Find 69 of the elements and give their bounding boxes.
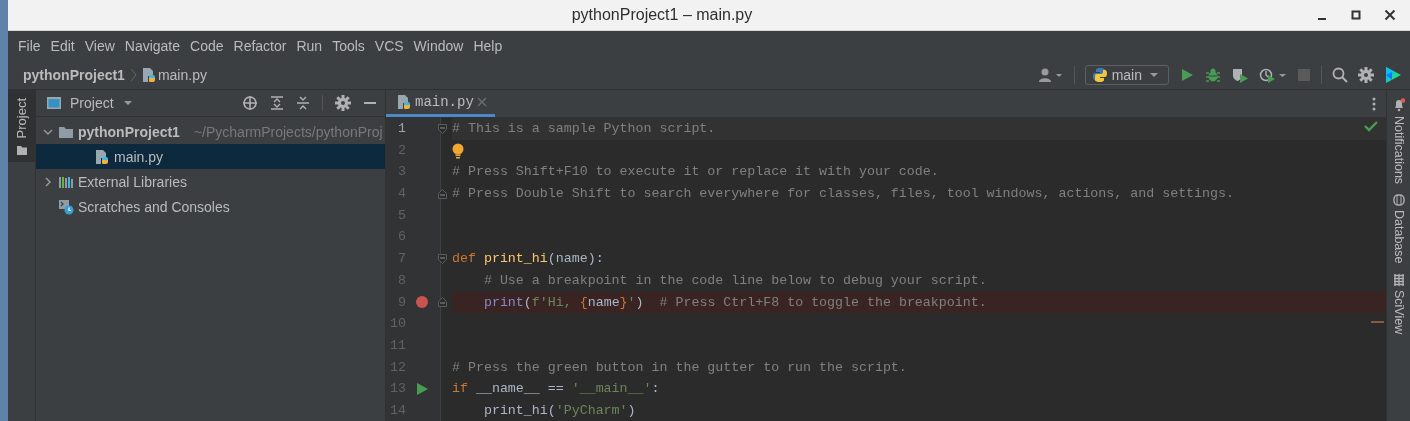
tool-window-tab[interactable]: Notifications bbox=[1387, 98, 1410, 185]
coverage-icon[interactable] bbox=[1231, 67, 1249, 83]
tree-label: Scratches and Consoles bbox=[78, 198, 230, 215]
menu-item[interactable]: Tools bbox=[328, 38, 369, 54]
database-icon bbox=[1392, 194, 1405, 207]
settings-icon[interactable] bbox=[335, 95, 351, 111]
menu-item[interactable]: Edit bbox=[46, 38, 79, 54]
panel-title[interactable]: Project bbox=[66, 95, 118, 111]
scrollbar-mark bbox=[1371, 321, 1384, 323]
code-line: # Press Shift+F10 to execute it or replace it with your code. bbox=[452, 163, 939, 182]
panel-icon bbox=[46, 95, 62, 111]
code-line: # Use a breakpoint in the code line below to debug your script. bbox=[482, 271, 987, 290]
window-title: pythonProject1 – main.py bbox=[570, 6, 754, 24]
toolbox-logo-icon[interactable] bbox=[1384, 66, 1402, 84]
breadcrumb[interactable]: main.py bbox=[139, 67, 208, 83]
menu-item[interactable]: Run bbox=[292, 38, 327, 54]
python-file-icon bbox=[396, 94, 412, 110]
tree-label: External Libraries bbox=[78, 173, 187, 190]
menu-item[interactable]: Refactor bbox=[229, 38, 291, 54]
tree-item[interactable]: main.py bbox=[36, 144, 385, 169]
code-line: print_hi('PyCharm') bbox=[482, 401, 636, 420]
lightbulb-icon[interactable] bbox=[452, 142, 464, 159]
menu-item[interactable]: VCS bbox=[370, 38, 408, 54]
maximize-icon[interactable] bbox=[1350, 9, 1362, 21]
settings-icon[interactable] bbox=[1358, 67, 1374, 83]
menu-item[interactable]: View bbox=[80, 38, 119, 54]
run-config-dropdown[interactable]: main bbox=[1084, 65, 1169, 85]
profiler-icon[interactable] bbox=[1259, 67, 1287, 83]
tool-window-tab[interactable]: Project bbox=[8, 90, 35, 163]
tree-item[interactable]: pythonProject1 ~/PycharmProjects/pythonProj bbox=[36, 119, 385, 144]
menu-item[interactable]: File bbox=[14, 38, 45, 54]
menu-item[interactable]: Window bbox=[409, 38, 468, 54]
tree-label: pythonProject1 bbox=[78, 123, 180, 140]
expand-all-icon[interactable] bbox=[270, 95, 284, 111]
run-icon[interactable] bbox=[416, 383, 428, 396]
code-line: # This is a sample Python script. bbox=[452, 120, 716, 138]
line-number: 1 bbox=[397, 120, 406, 138]
check-icon bbox=[1364, 120, 1378, 132]
code-line: # Press the green button in the gutter to run the script. bbox=[452, 358, 907, 377]
bell-icon bbox=[1392, 98, 1405, 112]
menu-item[interactable]: Code bbox=[186, 38, 228, 54]
python-file-icon bbox=[94, 148, 110, 165]
tree-label: main.py bbox=[114, 148, 164, 165]
search-icon[interactable] bbox=[1332, 67, 1348, 83]
code-line: print(f'Hi, {name}') # Press Ctrl+F8 to toggle the breakpoint. bbox=[482, 293, 987, 312]
code-line: if __name__ == '__main__': bbox=[452, 380, 660, 399]
bug-icon[interactable] bbox=[1205, 67, 1221, 83]
code-line: def print_hi(name): bbox=[452, 250, 604, 269]
run-icon[interactable] bbox=[1179, 67, 1195, 83]
locate-icon[interactable] bbox=[242, 95, 258, 111]
collapse-all-icon[interactable] bbox=[296, 95, 310, 111]
tool-window-tab[interactable]: SciView bbox=[1387, 273, 1410, 334]
python-icon bbox=[1091, 67, 1108, 83]
user-icon[interactable] bbox=[1037, 67, 1064, 83]
project-path: ~/PycharmProjects/pythonProj bbox=[193, 123, 383, 140]
python-file-icon bbox=[140, 67, 157, 83]
more-icon[interactable] bbox=[1372, 96, 1376, 111]
grid-icon bbox=[1392, 273, 1405, 286]
folder-icon bbox=[15, 144, 28, 157]
tool-window-tab[interactable]: Database bbox=[1387, 194, 1410, 264]
scratches-icon bbox=[58, 198, 74, 215]
menu-item[interactable]: Navigate bbox=[120, 38, 185, 54]
close-icon[interactable] bbox=[1384, 9, 1396, 21]
code-line: # Press Double Shift to search everywhere for classes, files, tool windows, actions, and settings. bbox=[452, 185, 1234, 204]
breadcrumb[interactable]: pythonProject1 bbox=[22, 67, 126, 83]
tree-item[interactable]: Scratches and Consoles bbox=[36, 194, 385, 219]
breakpoint-icon[interactable] bbox=[416, 296, 428, 309]
tree-item[interactable]: External Libraries bbox=[36, 169, 385, 194]
menu-item[interactable]: Help bbox=[469, 38, 507, 54]
